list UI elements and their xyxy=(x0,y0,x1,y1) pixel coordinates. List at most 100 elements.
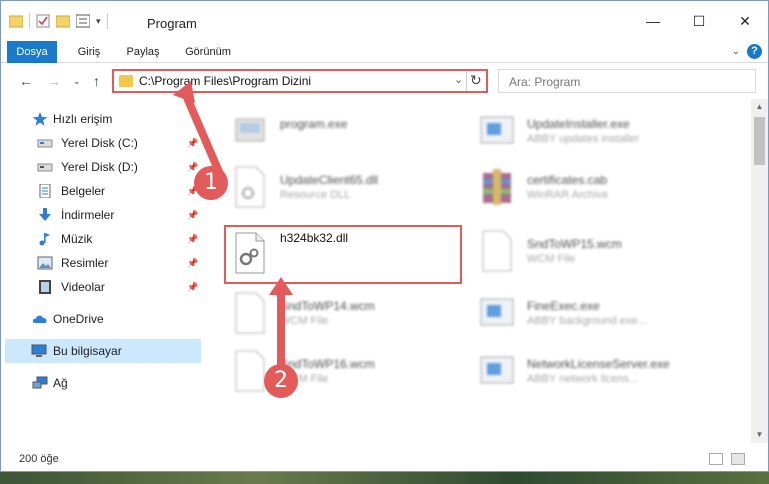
file-item[interactable]: SndToWP15.wcm WCM File xyxy=(479,225,719,281)
file-name: NetworkLicenseServer.exe xyxy=(527,357,670,371)
documents-icon xyxy=(39,184,51,198)
star-icon xyxy=(32,112,48,126)
pin-icon[interactable]: 📌 xyxy=(187,234,198,245)
computer-icon xyxy=(31,344,47,357)
window-controls: — ☐ ✕ xyxy=(630,1,768,41)
file-name: UpdateInstaller.exe xyxy=(527,117,630,131)
refresh-icon[interactable]: ↻ xyxy=(470,72,482,89)
desktop-background xyxy=(0,472,769,484)
sidebar-item-label: Müzik xyxy=(61,232,93,246)
sidebar-item-label: Videolar xyxy=(61,280,105,294)
pin-icon[interactable]: 📌 xyxy=(187,282,198,293)
chevron-down-icon[interactable]: ⌄ xyxy=(454,73,463,86)
sidebar-item-label: Yerel Disk (D:) xyxy=(61,160,138,174)
title-bar: ▾ Program — ☐ ✕ xyxy=(1,1,768,41)
sidebar-item-label: Bu bilgisayar xyxy=(53,344,122,358)
tab-share[interactable]: Paylaş xyxy=(119,41,167,63)
explorer-window: ▾ Program — ☐ ✕ Dosya Giriş Paylaş Görün… xyxy=(0,0,769,472)
new-folder-icon[interactable] xyxy=(56,14,70,28)
view-options-icon[interactable] xyxy=(76,14,90,28)
search-placeholder: Ara: Program xyxy=(509,75,581,89)
sidebar-item-pictures[interactable]: Resimler 📌 xyxy=(1,251,204,275)
details-view-icon[interactable] xyxy=(709,453,723,465)
wcm-file-icon xyxy=(482,230,512,272)
exe-file-icon xyxy=(480,356,514,384)
back-arrow-icon[interactable]: ← xyxy=(19,73,33,89)
file-description: ABBY background exe... xyxy=(527,315,647,327)
drive-icon xyxy=(37,139,53,148)
forward-arrow-icon[interactable]: → xyxy=(47,73,61,89)
close-button[interactable]: ✕ xyxy=(722,1,768,41)
highlight-box xyxy=(224,225,462,284)
file-description: WCM File xyxy=(527,253,576,265)
file-item[interactable]: NetworkLicenseServer.exe ABBY network li… xyxy=(479,345,719,401)
drive-icon xyxy=(37,163,53,172)
toolbar-divider xyxy=(29,13,30,29)
sidebar-item-onedrive[interactable]: OneDrive xyxy=(1,307,204,331)
sidebar-item-label: Resimler xyxy=(61,256,109,270)
sidebar-item-this-pc[interactable]: Bu bilgisayar xyxy=(5,339,201,363)
sidebar-item-label: Hızlı erişim xyxy=(53,112,113,126)
search-input[interactable]: Ara: Program xyxy=(498,69,756,93)
item-count: 200 öğe xyxy=(19,453,59,465)
quick-access-toolbar: ▾ xyxy=(9,13,108,29)
file-name: FineExec.exe xyxy=(527,299,600,313)
sidebar-item-label: Ağ xyxy=(53,376,68,390)
scroll-thumb[interactable] xyxy=(754,117,765,165)
file-description: WinRAR Archive xyxy=(527,189,609,201)
sidebar-item-label: OneDrive xyxy=(53,312,104,326)
recent-locations-icon[interactable]: ⌄ xyxy=(73,76,81,87)
maximize-button[interactable]: ☐ xyxy=(676,1,722,41)
sidebar-item-label: Yerel Disk (C:) xyxy=(61,136,138,150)
archive-file-icon xyxy=(483,169,511,205)
sidebar-item-network[interactable]: Ağ xyxy=(1,371,204,395)
address-bar[interactable]: C:\Program Files\Program Dizini ⌄ ↻ xyxy=(112,69,488,93)
address-divider xyxy=(466,71,467,91)
status-bar: 200 öğe xyxy=(1,449,768,471)
file-item[interactable]: UpdateInstaller.exe ABBY updates install… xyxy=(479,105,719,161)
scroll-up-icon[interactable]: ▲ xyxy=(751,99,768,115)
file-name: UpdateClient65.dll xyxy=(280,173,379,187)
file-item[interactable]: certificates.cab WinRAR Archive xyxy=(479,161,719,217)
ribbon-tabs: Dosya Giriş Paylaş Görünüm ⌄ ? xyxy=(1,41,768,97)
up-arrow-icon[interactable]: ↑ xyxy=(93,73,100,89)
large-icons-view-icon[interactable] xyxy=(731,453,745,465)
callout-badge-1: 1 xyxy=(194,166,228,200)
sidebar-item-videos[interactable]: Videolar 📌 xyxy=(1,275,204,299)
exe-file-icon xyxy=(480,298,514,326)
chevron-down-icon[interactable]: ▾ xyxy=(96,16,101,27)
cloud-icon xyxy=(32,315,47,323)
download-icon xyxy=(39,208,51,221)
pin-icon[interactable]: 📌 xyxy=(187,258,198,269)
tab-view[interactable]: Görünüm xyxy=(177,41,239,63)
help-button[interactable]: ? xyxy=(747,44,762,59)
file-description: ABBY updates installer xyxy=(527,133,640,145)
file-name: certificates.cab xyxy=(527,173,608,187)
scroll-down-icon[interactable]: ▼ xyxy=(751,427,768,443)
window-title: Program xyxy=(147,16,197,31)
vertical-scrollbar[interactable]: ▲ ▼ xyxy=(751,99,768,443)
file-description: Resource DLL xyxy=(280,189,351,201)
sidebar-item-label: İndirmeler xyxy=(61,208,115,222)
sidebar-item-music[interactable]: Müzik 📌 xyxy=(1,227,204,251)
file-name: program.exe xyxy=(280,117,348,131)
file-item[interactable]: FineExec.exe ABBY background exe... xyxy=(479,287,719,343)
minimize-button[interactable]: — xyxy=(630,1,676,41)
pin-icon[interactable]: 📌 xyxy=(187,210,198,221)
tab-home[interactable]: Giriş xyxy=(67,41,111,63)
address-row: ← → ⌄ ↑ C:\Program Files\Program Dizini … xyxy=(1,63,768,99)
file-name: SndToWP15.wcm xyxy=(527,237,622,251)
sidebar-item-downloads[interactable]: İndirmeler 📌 xyxy=(1,203,204,227)
sidebar-item-label: Belgeler xyxy=(61,184,106,198)
file-item[interactable]: program.exe xyxy=(232,105,472,161)
file-description: ABBY network licens... xyxy=(527,373,639,385)
pictures-icon xyxy=(37,256,53,270)
toolbar-divider xyxy=(106,13,108,29)
properties-icon[interactable] xyxy=(36,14,50,28)
music-icon xyxy=(39,233,50,246)
videos-icon xyxy=(39,280,51,294)
file-item[interactable]: UpdateClient65.dll Resource DLL xyxy=(232,161,472,217)
folder-icon xyxy=(119,75,133,87)
folder-icon[interactable] xyxy=(9,14,23,28)
expand-ribbon-icon[interactable]: ⌄ xyxy=(732,46,740,57)
